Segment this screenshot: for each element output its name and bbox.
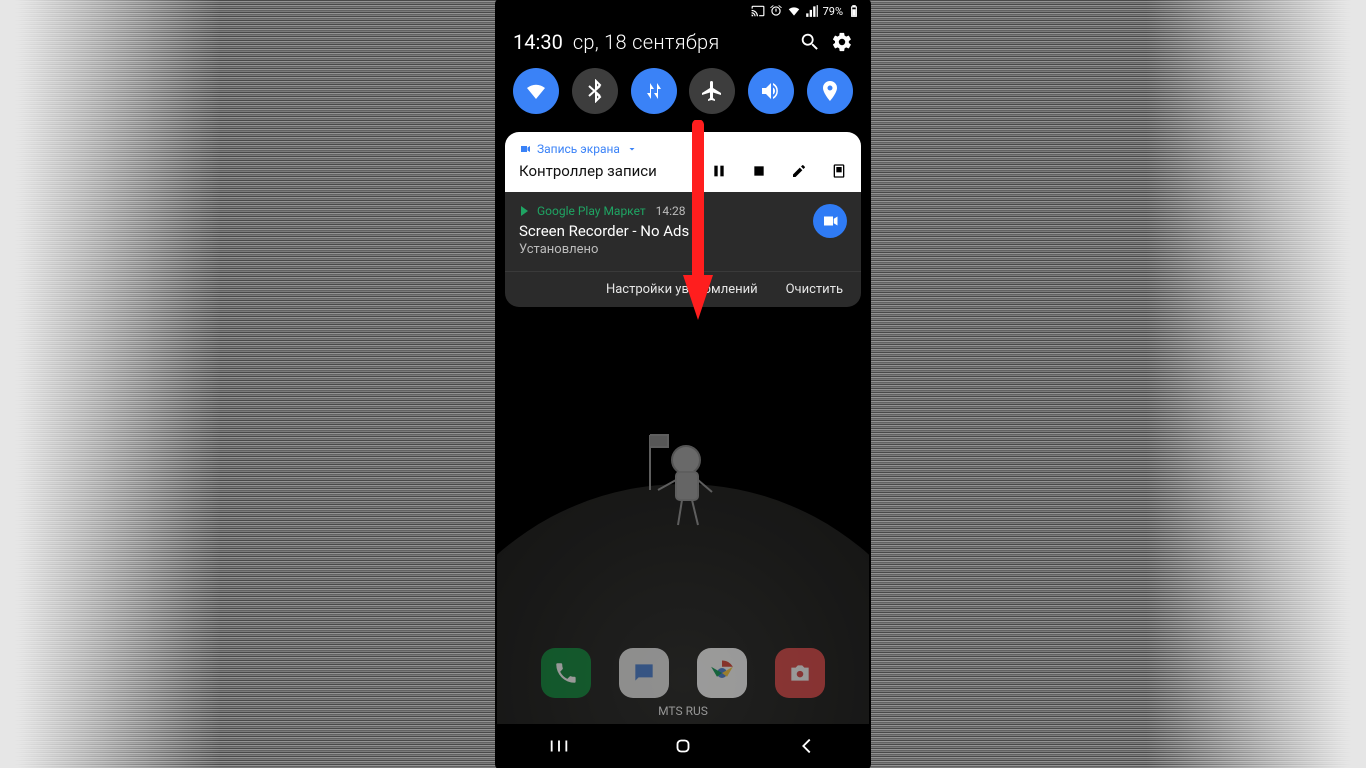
toggle-mobile-data[interactable]: [631, 68, 677, 114]
notification-shade-header: 14:30 ср, 18 сентября: [497, 22, 869, 68]
notification-time: 14:28: [656, 204, 686, 218]
toggle-bluetooth[interactable]: [572, 68, 618, 114]
app-install-badge[interactable]: [813, 204, 847, 238]
navigation-bar: [497, 724, 869, 768]
app-phone[interactable]: [541, 648, 591, 698]
clear-all-button[interactable]: Очистить: [786, 282, 843, 297]
toggle-wifi[interactable]: [513, 68, 559, 114]
chevron-down-icon[interactable]: [626, 143, 638, 155]
recording-controls: [711, 163, 847, 179]
notification-app-name: Google Play Маркет: [537, 204, 646, 218]
app-messages[interactable]: [619, 648, 669, 698]
edit-icon[interactable]: [791, 163, 807, 179]
cell-signal-icon: [805, 4, 819, 18]
notification-app-name: Запись экрана: [537, 142, 620, 156]
front-camera-icon[interactable]: [831, 163, 847, 179]
phone-frame: 79% 14:30 ср, 18 сентября Запись экрана …: [497, 0, 869, 768]
notifications-panel: Запись экрана Контроллер записи Google P…: [505, 132, 861, 307]
notification-screen-recording[interactable]: Запись экрана Контроллер записи: [505, 132, 861, 192]
gear-icon[interactable]: [831, 31, 853, 53]
notification-subtitle: Установлено: [519, 242, 803, 257]
toggle-location[interactable]: [807, 68, 853, 114]
notification-title: Контроллер записи: [519, 162, 711, 180]
carrier-label: MTS RUS: [497, 704, 869, 718]
alarm-icon: [769, 4, 783, 18]
header-date: ср, 18 сентября: [573, 30, 720, 54]
camera-icon: [821, 212, 839, 230]
home-dock: [497, 648, 869, 698]
stop-icon[interactable]: [751, 163, 767, 179]
notification-footer: Настройки уведомлений Очистить: [505, 271, 861, 307]
toggle-sound[interactable]: [748, 68, 794, 114]
app-camera[interactable]: [775, 648, 825, 698]
toggle-airplane[interactable]: [689, 68, 735, 114]
cast-icon: [751, 4, 765, 18]
wifi-signal-icon: [787, 4, 801, 18]
nav-recent-button[interactable]: [548, 735, 570, 757]
battery-icon: [847, 4, 861, 18]
play-store-icon: [519, 205, 531, 217]
notification-settings-button[interactable]: Настройки уведомлений: [606, 282, 758, 297]
nav-back-button[interactable]: [796, 735, 818, 757]
video-icon: [519, 143, 531, 155]
status-bar: 79%: [497, 0, 869, 22]
notification-app-header: Запись экрана: [519, 142, 847, 156]
clock-time: 14:30: [513, 30, 563, 54]
astronaut-illustration: [638, 430, 728, 540]
notification-title: Screen Recorder - No Ads: [519, 222, 803, 240]
app-chrome[interactable]: [697, 648, 747, 698]
notification-play-store[interactable]: Google Play Маркет 14:28 Screen Recorder…: [505, 192, 861, 271]
notification-app-header: Google Play Маркет 14:28: [519, 204, 803, 218]
battery-percent: 79%: [823, 5, 843, 18]
search-icon[interactable]: [799, 31, 821, 53]
quick-settings-row: [497, 68, 869, 132]
pause-icon[interactable]: [711, 163, 727, 179]
nav-home-button[interactable]: [672, 735, 694, 757]
